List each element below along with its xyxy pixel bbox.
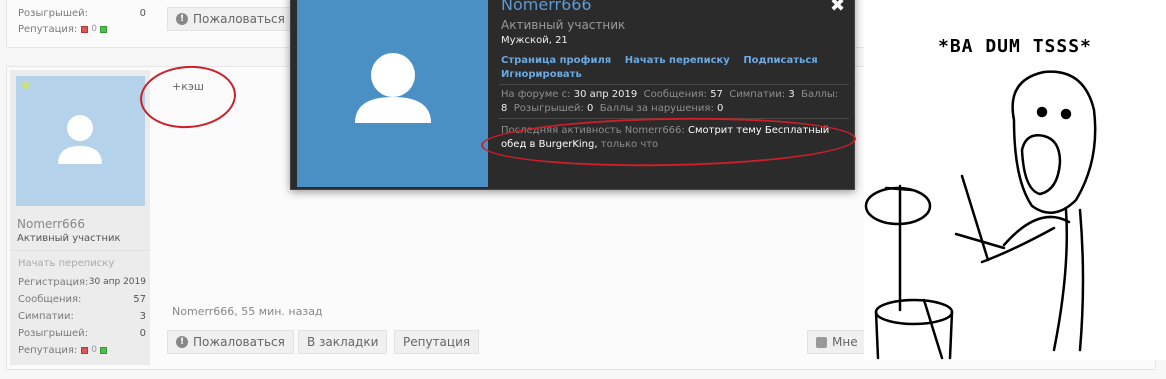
negative-rep-icon: [81, 25, 89, 33]
stat-label: Сообщения:: [643, 89, 707, 100]
default-avatar-icon: [355, 53, 431, 123]
stat-label: Регистрация:: [18, 276, 89, 288]
stat-value: 57: [133, 293, 146, 305]
reputation-button[interactable]: Репутация: [394, 330, 480, 354]
thumbs-up-icon: [816, 336, 827, 348]
stat-value: 0: [586, 103, 594, 114]
default-avatar-icon: [58, 115, 102, 164]
popup-user-title: Активный участник: [501, 18, 626, 32]
report-button-label: Пожаловаться: [193, 12, 285, 26]
avatar[interactable]: [16, 76, 145, 206]
user-sidebar: Nomerr666 Активный участник Начать переп…: [10, 70, 150, 365]
reputation-button-label: Репутация: [403, 335, 471, 349]
stat-label: Репутация:: [18, 23, 78, 35]
popup-gender-age: Мужской, 21: [501, 35, 568, 46]
reputation-icons: 0: [81, 24, 108, 34]
rep-negative-count: 0: [91, 345, 98, 355]
stat-label: Сообщения:: [18, 293, 82, 305]
stat-label: На форуме с:: [501, 89, 571, 100]
stat-messages: Сообщения: 57: [18, 291, 146, 307]
negative-rep-icon: [81, 346, 89, 354]
report-button[interactable]: ! Пожаловаться: [167, 7, 294, 31]
stat-value: 0: [139, 327, 146, 339]
report-button[interactable]: ! Пожаловаться: [167, 330, 294, 354]
start-conversation-link[interactable]: Начать переписку: [18, 258, 114, 269]
like-button-label: Мне: [832, 335, 858, 349]
meme-image: *BA DUM TSSS*: [864, 0, 1166, 360]
stat-raffles: Розыгрышей: 0: [18, 325, 146, 341]
stat-reputation: Репутация: 0: [18, 342, 146, 358]
report-button-label: Пожаловаться: [193, 335, 285, 349]
profile-page-link[interactable]: Страница профиля: [501, 55, 611, 66]
stat-value: 57: [710, 89, 723, 100]
popup-avatar[interactable]: [297, 0, 488, 187]
drummer-stickman-drawing: [864, 70, 1097, 360]
stat-label: Симпатии:: [729, 89, 786, 100]
username[interactable]: Nomerr666: [17, 217, 85, 231]
stat-value: 0: [139, 7, 146, 19]
positive-rep-icon: [100, 346, 108, 354]
stat-value: 0: [717, 103, 724, 114]
stat-label: Баллы:: [801, 89, 839, 100]
stat-value: 3: [788, 89, 795, 100]
post-author-time[interactable]: Nomerr666, 55 мин. назад: [172, 305, 323, 318]
warning-icon: !: [176, 336, 188, 348]
close-icon[interactable]: ✖: [830, 0, 845, 15]
bookmark-button[interactable]: В закладки: [298, 330, 388, 354]
stat-label: Баллы за нарушения:: [599, 103, 714, 114]
divider: [10, 250, 150, 251]
follow-link[interactable]: Подписаться: [743, 55, 817, 66]
stat-registration: Регистрация: 30 апр 2019: [18, 274, 146, 290]
stat-label: Репутация:: [18, 344, 78, 356]
warning-icon: !: [176, 13, 188, 25]
stat-label: Розыгрышей:: [513, 103, 584, 114]
stat-label: Розыгрышей:: [18, 327, 89, 339]
positive-rep-icon: [100, 25, 108, 33]
popup-stats: На форуме с: 30 апр 2019 Сообщения: 57 С…: [501, 88, 846, 116]
user-title: Активный участник: [17, 233, 121, 244]
rep-negative-count: 0: [91, 24, 98, 34]
divider: [499, 84, 849, 85]
stat-value: 3: [139, 310, 146, 322]
stat-label: Симпатии:: [18, 310, 74, 322]
stat-raffles: Розыгрышей: 0: [18, 5, 146, 21]
stat-likes: Симпатии: 3: [18, 308, 146, 324]
stat-value: 30 апр 2019: [573, 89, 638, 100]
online-status-icon: [22, 81, 30, 89]
reputation-icons: 0: [81, 345, 108, 355]
bookmark-button-label: В закладки: [307, 335, 379, 349]
popup-username[interactable]: Nomerr666: [501, 0, 592, 14]
like-button[interactable]: Мне: [807, 330, 867, 354]
ignore-link[interactable]: Игнорировать: [501, 69, 582, 80]
popup-links: Страница профиля Начать переписку Подпис…: [501, 54, 841, 82]
stat-label: Розыгрышей:: [18, 7, 89, 19]
stat-value: 30 апр 2019: [88, 277, 146, 287]
start-conversation-link[interactable]: Начать переписку: [625, 55, 730, 66]
stat-reputation: Репутация: 0: [18, 21, 146, 37]
stat-value: 8: [501, 103, 508, 114]
